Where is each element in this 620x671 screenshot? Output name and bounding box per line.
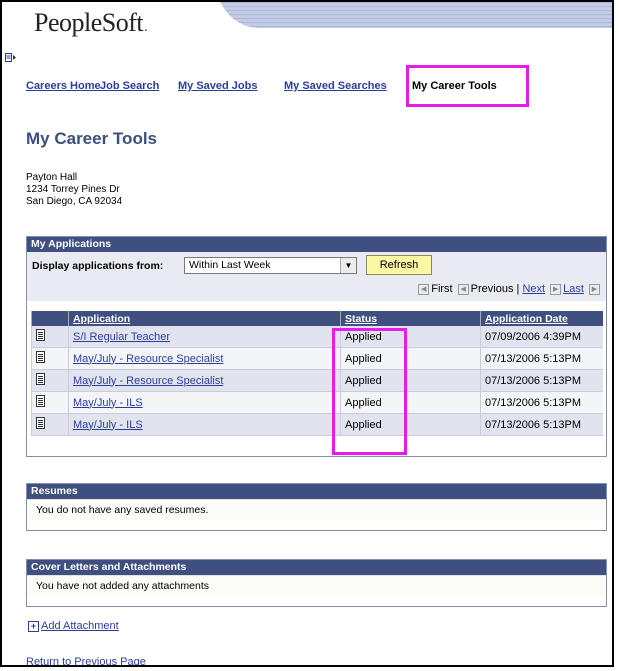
chevron-down-icon[interactable]: ▼ [340, 258, 356, 273]
date-cell: 07/13/2006 5:13PM [480, 413, 603, 436]
highlight-status-column [332, 328, 407, 455]
table-row: May/July - ILS Applied 07/13/2006 5:13PM [31, 391, 603, 414]
pager-next[interactable]: Next [522, 283, 545, 295]
display-filter-label: Display applications from: [32, 260, 164, 272]
date-cell: 07/09/2006 4:39PM [480, 326, 603, 348]
date-cell: 07/13/2006 5:13PM [480, 369, 603, 392]
application-link[interactable]: S/I Regular Teacher [73, 331, 170, 343]
peoplesoft-logo: PeopleSoft. [34, 8, 148, 38]
application-link[interactable]: May/July - ILS [73, 419, 143, 431]
display-filter-value: Within Last Week [189, 259, 271, 271]
column-status[interactable]: Status [340, 311, 481, 326]
return-to-previous-page-link[interactable]: Return to Previous Page [26, 656, 146, 665]
display-filter-select[interactable]: Within Last Week ▼ [184, 257, 357, 274]
application-link[interactable]: May/July - Resource Specialist [73, 353, 223, 365]
address-street: 1234 Torrey Pines Dr [26, 184, 120, 195]
add-attachment-link[interactable]: Add Attachment [41, 620, 119, 632]
document-icon[interactable] [36, 351, 45, 363]
address-block: Payton Hall 1234 Torrey Pines Dr San Die… [26, 172, 122, 208]
cover-letters-section: Cover Letters and Attachments You have n… [26, 559, 607, 607]
date-cell: 07/13/2006 5:13PM [480, 391, 603, 414]
pager-previous: Previous [470, 283, 514, 295]
date-cell: 07/13/2006 5:13PM [480, 347, 603, 370]
next-page-icon[interactable]: ▶ [550, 283, 562, 295]
cover-letters-title: Cover Letters and Attachments [27, 560, 606, 575]
table-row: S/I Regular Teacher Applied 07/09/2006 4… [31, 326, 603, 348]
nav-job-search[interactable]: Job Search [100, 80, 159, 92]
table-row: May/July - Resource Specialist Applied 0… [31, 347, 603, 370]
my-applications-section: My Applications Display applications fro… [26, 236, 607, 457]
resumes-section: Resumes You do not have any saved resume… [26, 483, 607, 531]
previous-page-icon: ◀ [457, 283, 469, 295]
document-icon[interactable] [36, 417, 45, 429]
my-applications-title: My Applications [27, 237, 606, 252]
first-page-icon: ◀ [418, 283, 430, 295]
resumes-title: Resumes [27, 484, 606, 499]
applications-table: Application Status Application Date S/I … [31, 311, 603, 436]
address-city: San Diego, CA 92034 [26, 196, 123, 207]
logo-text: PeopleSoft [34, 8, 144, 37]
page-frame: PeopleSoft. Careers Home Job Search My S… [0, 0, 614, 667]
display-filter-row: Display applications from: Within Last W… [27, 252, 606, 280]
document-icon[interactable] [36, 395, 45, 407]
nav-careers-home[interactable]: Careers Home [26, 80, 101, 92]
cover-letters-message: You have not added any attachments [27, 575, 606, 596]
pager-last[interactable]: Last [563, 283, 584, 295]
resumes-message: You do not have any saved resumes. [27, 499, 606, 520]
plus-icon[interactable]: + [28, 621, 39, 632]
table-header-row: Application Status Application Date [31, 311, 603, 326]
last-page-icon[interactable]: ▶ [589, 283, 600, 295]
highlight-nav-current [406, 65, 529, 107]
document-icon[interactable] [36, 329, 45, 341]
pager: ◀ First ◀ Previous | Next ▶ Last ▶ [416, 283, 602, 295]
logo-suffix: . [144, 20, 148, 35]
menu-toggle-icon[interactable] [5, 53, 16, 63]
header-banner [220, 2, 612, 28]
header: PeopleSoft. [2, 2, 612, 48]
add-attachment-row: + Add Attachment [28, 620, 119, 632]
column-application-date[interactable]: Application Date [480, 311, 603, 326]
document-icon[interactable] [36, 373, 45, 385]
application-link[interactable]: May/July - Resource Specialist [73, 375, 223, 387]
table-row: May/July - Resource Specialist Applied 0… [31, 369, 603, 392]
icon-column-header [31, 311, 69, 326]
nav-my-saved-searches[interactable]: My Saved Searches [284, 80, 387, 92]
application-link[interactable]: May/July - ILS [73, 397, 143, 409]
pager-row: ◀ First ◀ Previous | Next ▶ Last ▶ [27, 280, 606, 301]
refresh-button[interactable]: Refresh [366, 255, 432, 275]
pager-first: First [431, 283, 453, 295]
page-title: My Career Tools [26, 129, 158, 148]
column-application[interactable]: Application [68, 311, 341, 326]
address-name: Payton Hall [26, 172, 78, 183]
nav-my-saved-jobs[interactable]: My Saved Jobs [178, 80, 257, 92]
table-row: May/July - ILS Applied 07/13/2006 5:13PM [31, 413, 603, 436]
